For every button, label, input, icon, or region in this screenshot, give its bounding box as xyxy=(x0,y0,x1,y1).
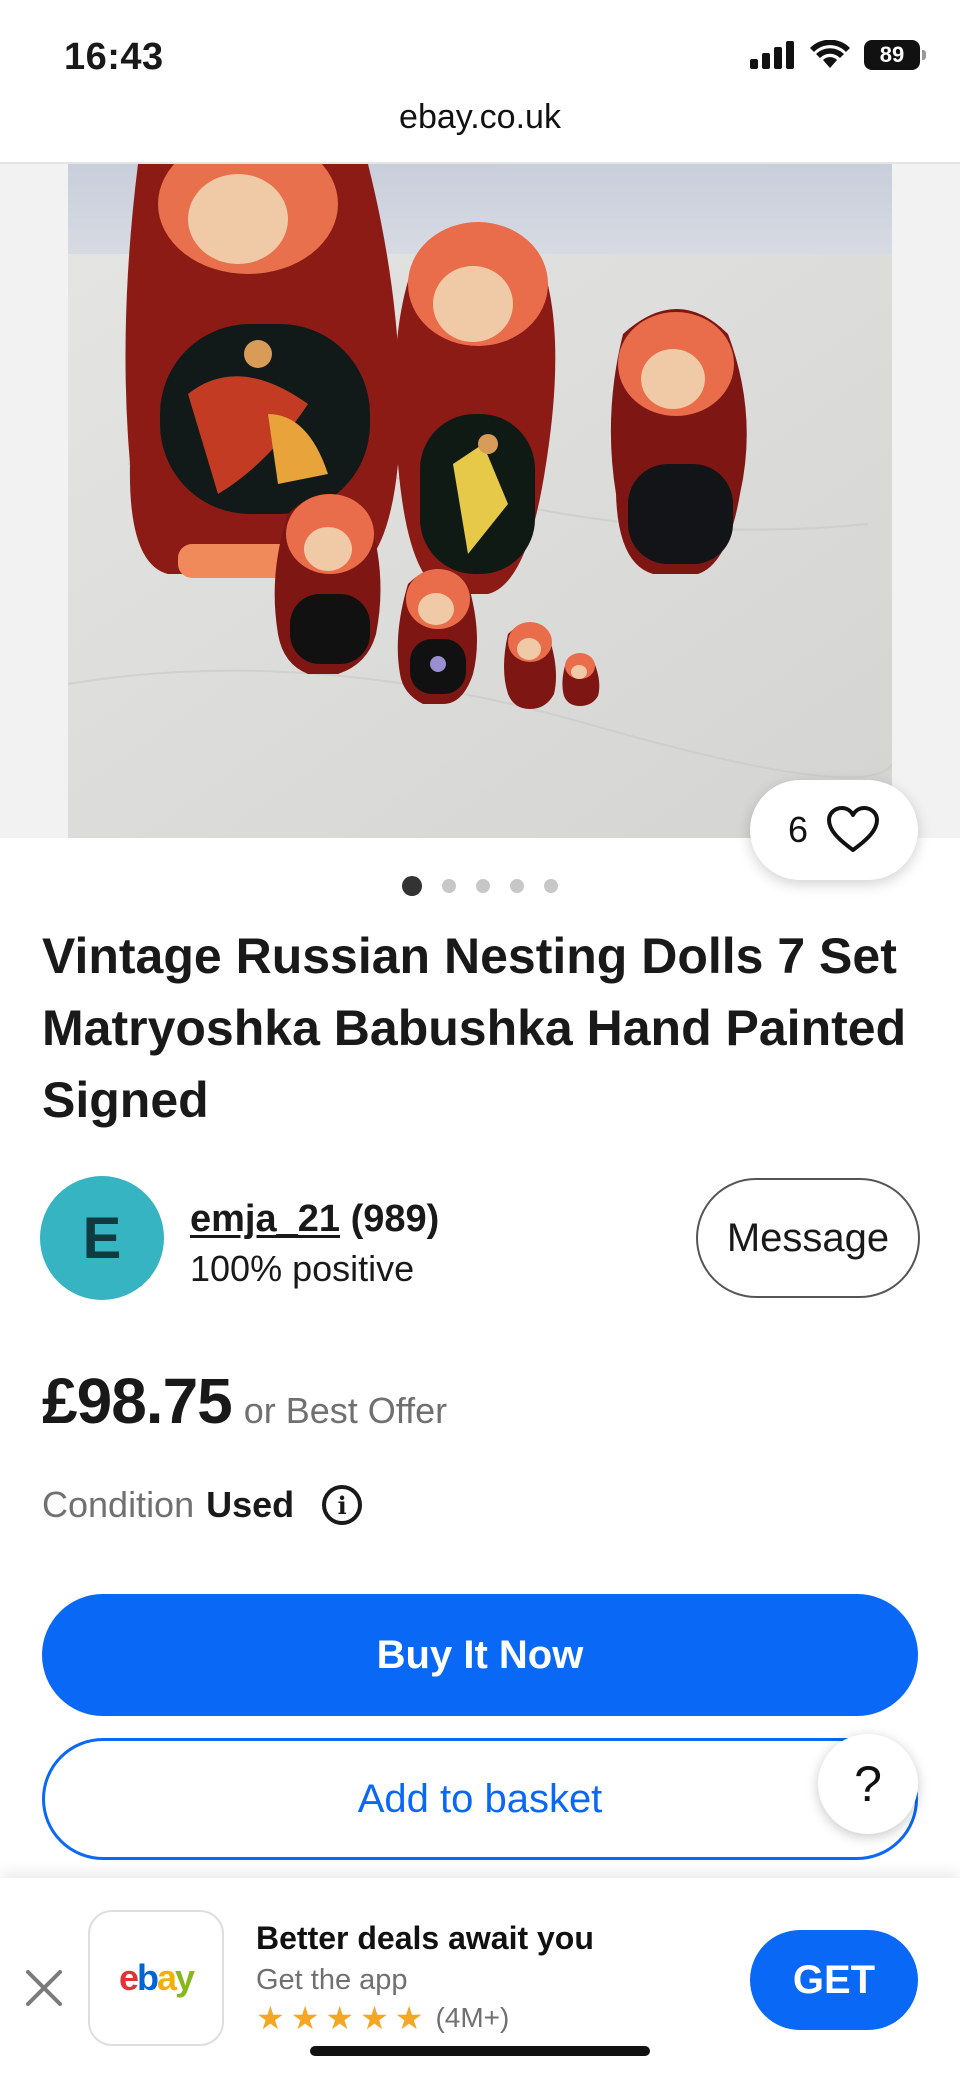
seller-name-line: emja_21 (989) xyxy=(190,1198,439,1241)
watch-button[interactable]: 6 xyxy=(750,780,918,880)
star-icon: ★ xyxy=(394,2000,424,2036)
get-app-button[interactable]: GET xyxy=(750,1930,918,2030)
status-bar: 16:43 89 xyxy=(0,0,960,110)
gallery-pagination[interactable] xyxy=(0,876,960,896)
app-rating: ★ ★ ★ ★ ★ (4M+) xyxy=(256,2002,509,2034)
rating-count: (4M+) xyxy=(435,2002,510,2033)
star-icon: ★ xyxy=(325,2000,355,2036)
ebay-logo: ebay xyxy=(118,1957,195,1998)
wifi-icon xyxy=(810,40,850,68)
url-bar[interactable]: ebay.co.uk xyxy=(0,98,960,137)
buy-it-now-button[interactable]: Buy It Now xyxy=(42,1594,918,1716)
watch-count: 6 xyxy=(787,809,809,850)
condition-line: Condition Used i xyxy=(42,1484,363,1526)
seller-card: E emja_21 (989) 100% positive Message xyxy=(40,1176,920,1300)
ebay-app-icon: ebay xyxy=(88,1910,224,2046)
star-icon: ★ xyxy=(290,2000,320,2036)
image-gallery[interactable] xyxy=(0,164,960,838)
signal-icon xyxy=(750,41,794,69)
star-icon: ★ xyxy=(256,2000,285,2036)
gallery-dot[interactable] xyxy=(442,879,456,893)
gallery-dot[interactable] xyxy=(544,879,558,893)
seller-score: (989) xyxy=(350,1198,440,1240)
listing-title: Vintage Russian Nesting Dolls 7 Set Matr… xyxy=(42,928,907,1128)
add-to-basket-button[interactable]: Add to basket xyxy=(42,1738,918,1860)
product-photo[interactable] xyxy=(68,164,892,838)
price-line: £98.75 or Best Offer xyxy=(42,1364,447,1438)
seller-feedback: 100% positive xyxy=(190,1248,415,1289)
banner-title: Better deals await you xyxy=(256,1920,594,1956)
battery-level: 89 xyxy=(879,42,905,67)
close-icon[interactable] xyxy=(22,1966,66,2010)
avatar[interactable]: E xyxy=(40,1176,164,1300)
help-button[interactable]: ? xyxy=(818,1734,918,1834)
seller-name-link[interactable]: emja_21 xyxy=(190,1198,340,1240)
battery-icon: 89 xyxy=(864,40,926,70)
best-offer-label: or Best Offer xyxy=(243,1390,448,1431)
page: 16:43 89 ebay.co.uk 6 Vintage Russian Ne… xyxy=(0,0,960,2079)
gallery-dot[interactable] xyxy=(476,879,490,893)
status-icons: 89 xyxy=(750,40,926,70)
price: £98.75 xyxy=(42,1365,233,1437)
condition-label: Condition xyxy=(42,1484,195,1525)
star-icon: ★ xyxy=(360,2000,389,2036)
message-button[interactable]: Message xyxy=(696,1178,920,1298)
condition-value: Used xyxy=(206,1484,295,1525)
nesting-dolls-image xyxy=(68,164,892,838)
home-indicator[interactable] xyxy=(310,2046,650,2056)
gallery-dot[interactable] xyxy=(510,879,524,893)
status-time: 16:43 xyxy=(64,36,164,78)
gallery-dot[interactable] xyxy=(402,876,422,896)
heart-icon xyxy=(827,806,880,852)
banner-subtitle: Get the app xyxy=(256,1964,408,1996)
info-icon[interactable]: i xyxy=(322,1485,363,1525)
